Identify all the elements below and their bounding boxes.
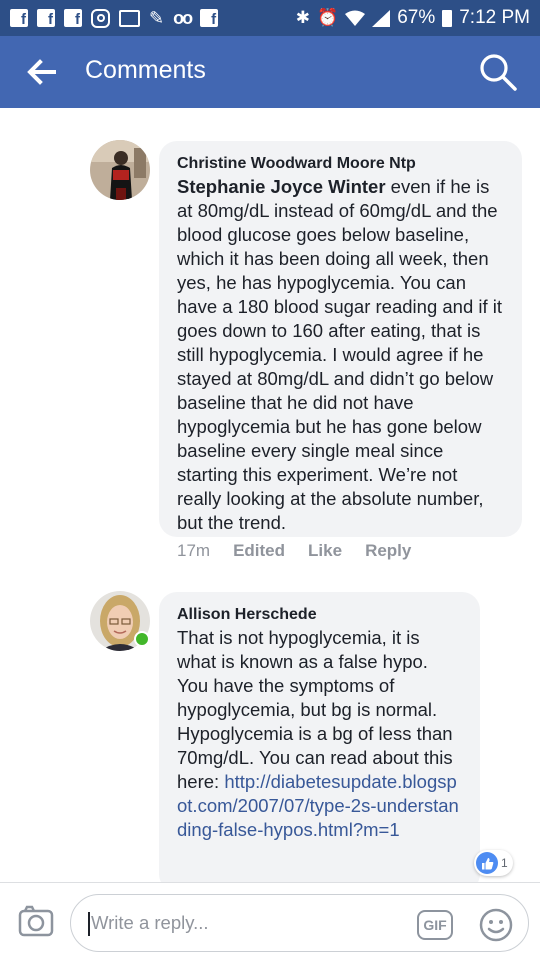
comment-body: That is not hypoglycemia, it is what is …: [177, 627, 453, 792]
reply-placeholder: Write a reply...: [91, 912, 209, 933]
comment-body: even if he is at 80mg/dL instead of 60mg…: [177, 176, 503, 533]
reply-button[interactable]: Reply: [365, 541, 411, 561]
gif-button[interactable]: GIF: [417, 910, 453, 940]
facebook-icon: f: [200, 9, 219, 27]
facebook-icon: f: [64, 9, 82, 27]
status-bar: f f f ✎ oo f ✱ ⏰ 67% 7:12 PM: [0, 0, 540, 36]
reply-input[interactable]: Write a reply... GIF: [70, 894, 529, 952]
system-status: ✱ ⏰ 67% 7:12 PM: [296, 7, 530, 29]
bluetooth-icon: ✱: [295, 8, 311, 27]
comment-text: Stephanie Joyce Winter even if he is at …: [177, 175, 504, 535]
alarm-icon: ⏰: [317, 8, 339, 27]
text-cursor: [88, 912, 90, 936]
facebook-icon: f: [37, 9, 55, 27]
notification-icons: f f f ✎ oo f: [10, 7, 219, 29]
comment-timestamp: 17m: [177, 541, 211, 560]
comment-author[interactable]: Allison Herschede: [177, 604, 462, 626]
page-title: Comments: [85, 56, 206, 84]
clock-time: 7:12 PM: [459, 7, 530, 28]
mention-link[interactable]: Stephanie Joyce Winter: [177, 176, 386, 197]
battery-icon: [442, 9, 453, 27]
app-header: Comments: [0, 36, 540, 108]
pen-icon: ✎: [149, 7, 165, 28]
instagram-icon: [91, 8, 110, 28]
comment-bubble[interactable]: Allison Herschede That is not hypoglycem…: [159, 592, 480, 892]
voicemail-icon: oo: [173, 7, 193, 28]
comment-author[interactable]: Christine Woodward Moore Ntp: [177, 153, 504, 175]
like-button[interactable]: Like: [308, 541, 342, 561]
back-arrow-icon[interactable]: [26, 58, 56, 86]
comment-actions: 17m Edited Like Reply: [177, 541, 411, 561]
reply-composer: Write a reply... GIF: [0, 882, 540, 960]
emoji-icon[interactable]: [479, 908, 513, 942]
profile-photo: [90, 140, 150, 200]
battery-percent: 67%: [397, 7, 436, 28]
wifi-icon: [345, 10, 366, 26]
image-icon: [119, 9, 140, 27]
comment-text: That is not hypoglycemia, it is what is …: [177, 626, 462, 842]
like-reaction-icon: [476, 852, 498, 874]
comment-bubble[interactable]: Christine Woodward Moore Ntp Stephanie J…: [159, 141, 522, 537]
online-status-dot: [134, 631, 150, 647]
avatar[interactable]: [90, 140, 150, 200]
signal-icon: [372, 9, 391, 27]
reaction-count: 1: [501, 856, 508, 870]
camera-icon[interactable]: [18, 905, 54, 937]
search-icon[interactable]: [478, 52, 518, 92]
reaction-badge[interactable]: 1: [474, 850, 513, 876]
edited-label[interactable]: Edited: [233, 541, 285, 561]
facebook-icon: f: [10, 9, 28, 27]
